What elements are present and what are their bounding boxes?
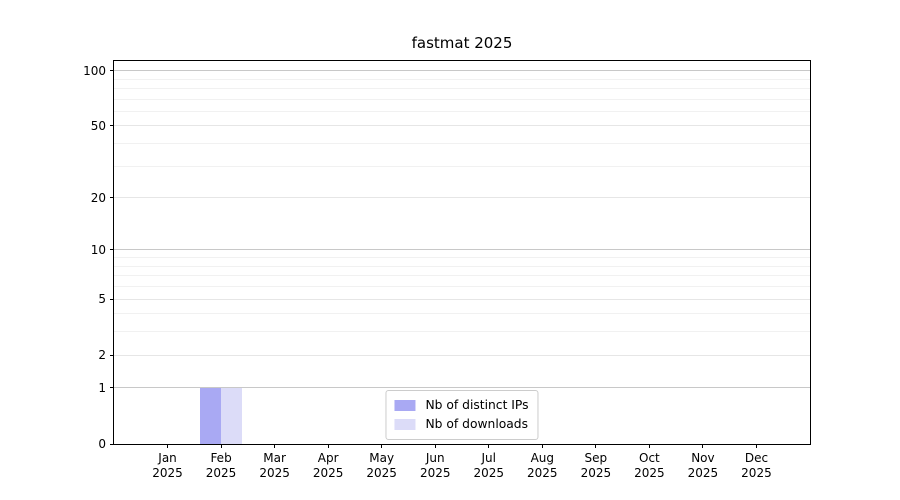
x-tick-label: Jun 2025 — [405, 451, 465, 481]
y-gridline — [114, 125, 810, 127]
legend: Nb of distinct IPs Nb of downloads — [385, 390, 539, 440]
y-tick — [109, 249, 114, 251]
y-tick-label: 5 — [98, 292, 106, 307]
x-tick-month: Mar — [263, 451, 286, 465]
x-tick-month: Jun — [425, 451, 445, 465]
legend-swatch-icon — [394, 419, 416, 430]
x-tick-month: Aug — [530, 451, 555, 465]
x-tick-year: 2025 — [312, 466, 344, 480]
x-tick-month: Sep — [584, 451, 608, 465]
legend-label: Nb of distinct IPs — [425, 398, 529, 412]
y-minor-gridline — [114, 331, 810, 333]
y-minor-gridline — [114, 78, 810, 80]
x-tick-month: Apr — [317, 451, 339, 465]
x-tick — [167, 444, 169, 448]
x-tick — [648, 444, 650, 448]
x-tick-month: Feb — [210, 451, 232, 465]
y-minor-gridline — [114, 165, 810, 167]
y-tick-label: 1 — [98, 380, 106, 395]
y-tick — [109, 70, 114, 72]
y-minor-gridline — [114, 87, 810, 89]
figure: fastmat 2025 Nb of distinct IPs Nb of dow… — [0, 0, 900, 500]
x-tick-year: 2025 — [687, 466, 719, 480]
y-tick — [109, 125, 114, 127]
y-gridline — [114, 298, 810, 300]
y-minor-gridline — [114, 265, 810, 267]
y-tick-label: 10 — [90, 242, 106, 257]
x-tick-year: 2025 — [152, 466, 183, 480]
x-tick — [220, 444, 222, 448]
x-tick-label: Jan 2025 — [138, 451, 198, 481]
x-tick — [434, 444, 436, 448]
x-tick-label: Jul 2025 — [459, 451, 519, 481]
y-tick-label: 50 — [90, 118, 106, 133]
x-tick-label: Feb 2025 — [191, 451, 251, 481]
y-tick-label: 20 — [90, 190, 106, 205]
x-tick-label: Dec 2025 — [726, 451, 786, 481]
x-tick — [327, 444, 329, 448]
x-tick-year: 2025 — [527, 466, 558, 480]
x-tick-month: Oct — [639, 451, 660, 465]
x-tick-month: Jan — [158, 451, 177, 465]
y-minor-gridline — [114, 143, 810, 145]
y-tick — [109, 197, 114, 199]
legend-swatch-icon — [394, 400, 416, 411]
y-tick-label: 100 — [83, 63, 106, 78]
x-tick-year: 2025 — [259, 466, 290, 480]
y-gridline — [114, 354, 810, 356]
y-tick-label: 2 — [98, 348, 106, 363]
y-tick — [109, 443, 114, 445]
y-tick — [109, 354, 114, 356]
x-tick-label: Aug 2025 — [512, 451, 572, 481]
legend-row: Nb of downloads — [394, 415, 528, 434]
y-minor-gridline — [114, 286, 810, 288]
x-tick-year: 2025 — [205, 466, 237, 480]
x-tick-label: Oct 2025 — [619, 451, 679, 481]
x-tick-year: 2025 — [580, 466, 612, 480]
x-tick-month: Jul — [481, 451, 496, 465]
y-decade-gridline — [114, 249, 810, 251]
x-tick-year: 2025 — [741, 466, 772, 480]
x-tick — [702, 444, 704, 448]
x-tick-month: Nov — [691, 451, 715, 465]
x-tick — [595, 444, 597, 448]
x-tick-label: May 2025 — [352, 451, 412, 481]
y-minor-gridline — [114, 110, 810, 112]
x-tick — [541, 444, 543, 448]
x-tick — [274, 444, 276, 448]
x-tick-month: May — [369, 451, 395, 465]
y-tick — [109, 298, 114, 300]
y-decade-gridline — [114, 70, 810, 72]
legend-row: Nb of distinct IPs — [394, 396, 529, 415]
legend-label: Nb of downloads — [425, 417, 529, 431]
bar-nb-of-distinct-ips — [199, 387, 222, 444]
x-tick-label: Sep 2025 — [566, 451, 626, 481]
x-tick — [488, 444, 490, 448]
x-tick-month: Dec — [744, 451, 769, 465]
x-tick-year: 2025 — [419, 466, 451, 480]
x-tick-year: 2025 — [634, 466, 665, 480]
y-minor-gridline — [114, 313, 810, 315]
y-tick — [109, 387, 114, 389]
chart-title: fastmat 2025 — [411, 34, 513, 52]
y-minor-gridline — [114, 98, 810, 100]
y-gridline — [114, 197, 810, 199]
x-tick-year: 2025 — [473, 466, 505, 480]
x-tick-year: 2025 — [366, 466, 397, 480]
bar-nb-of-downloads — [221, 387, 243, 444]
y-minor-gridline — [114, 257, 810, 259]
x-tick-label: Nov 2025 — [673, 451, 733, 481]
x-tick-label: Apr 2025 — [298, 451, 358, 481]
y-minor-gridline — [114, 275, 810, 277]
y-tick-label: 0 — [98, 437, 106, 451]
x-tick — [381, 444, 383, 448]
x-tick — [755, 444, 757, 448]
x-tick-label: Mar 2025 — [245, 451, 305, 481]
